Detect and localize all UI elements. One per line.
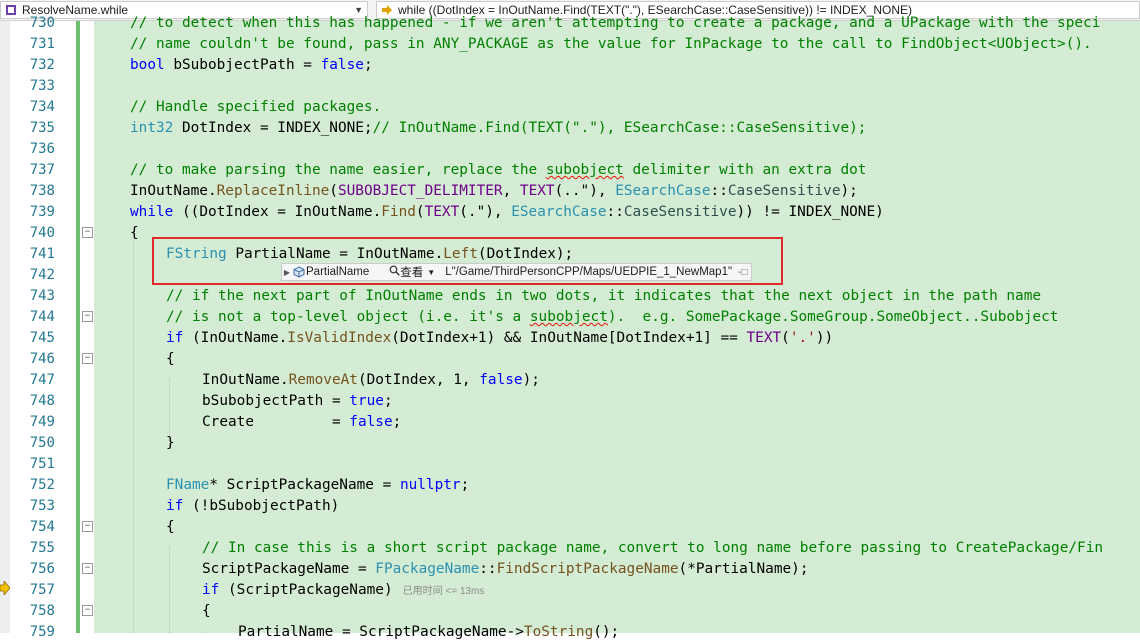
line-number: 743 [29,288,55,304]
code-text: bSubobjectPath = true; [202,393,393,409]
code-line: 755 // In case this is a short script pa… [0,538,1140,559]
code-text: } [166,435,175,451]
line-number: 745 [29,330,55,346]
code-text: if (InOutName.IsValidIndex(DotIndex+1) &… [166,330,834,346]
code-text: // Handle specified packages. [130,99,382,115]
line-number: 752 [29,477,55,493]
line-number: 737 [29,162,55,178]
code-editor[interactable]: − − − − − − 730 // to detect when this h… [0,15,1140,640]
line-number: 750 [29,435,55,451]
view-label: 查看 [400,267,424,279]
datatip[interactable]: ▶ PartialName 查看 ▼ L"/Game/ThirdPersonCP… [281,263,753,281]
code-line: 733 [0,76,1140,97]
code-text: bool bSubobjectPath = false; [130,57,373,73]
line-number: 736 [29,141,55,157]
code-line: 748 bSubobjectPath = true; [0,391,1140,412]
code-text: // In case this is a short script packag… [202,540,1104,556]
code-line: 731 // name couldn't be found, pass in A… [0,34,1140,55]
code-text: if (ScriptPackageName) [202,582,393,598]
code-text: // name couldn't be found, pass in ANY_P… [130,36,1092,52]
code-text: int32 DotIndex = INDEX_NONE;// InOutName… [130,120,867,136]
chevron-down-icon[interactable]: ▼ [427,268,435,277]
code-line: 752 FName* ScriptPackageName = nullptr; [0,475,1140,496]
code-line: 747 InOutName.RemoveAt(DotIndex, 1, fals… [0,370,1140,391]
code-line: 730 // to detect when this has happened … [0,13,1140,34]
datatip-value[interactable]: L"/Game/ThirdPersonCPP/Maps/UEDPIE_1_New… [445,266,732,278]
code-text: Create = false; [202,414,402,430]
code-line: 743 // if the next part of InOutName end… [0,286,1140,307]
line-number: 753 [29,498,55,514]
line-number: 754 [29,519,55,535]
line-number: 751 [29,456,55,472]
line-number: 734 [29,99,55,115]
code-text: { [166,519,175,535]
code-text: InOutName.RemoveAt(DotIndex, 1, false); [202,372,540,388]
code-line: 751 [0,454,1140,475]
code-text: // to detect when this has happened - if… [130,15,1101,31]
line-number: 747 [29,372,55,388]
code-line: 738 InOutName.ReplaceInline(SUBOBJECT_DE… [0,181,1140,202]
line-number: 739 [29,204,55,220]
line-number: 756 [29,561,55,577]
code-text: while ((DotIndex = InOutName.Find(TEXT(.… [130,204,884,220]
code-line: 735 int32 DotIndex = INDEX_NONE;// InOut… [0,118,1140,139]
code-line: 746 { [0,349,1140,370]
code-text: // is not a top-level object (i.e. it's … [166,309,1059,325]
code-line: 736 [0,139,1140,160]
code-text: { [130,225,139,241]
code-line-current: 757 if (ScriptPackageName) 已用时间 <= 13ms [0,580,1140,601]
code-text: InOutName.ReplaceInline(SUBOBJECT_DELIMI… [130,183,858,199]
datatip-variable-name: PartialName [306,266,370,278]
code-text: ScriptPackageName = FPackageName::FindSc… [202,561,809,577]
code-line: 749 Create = false; [0,412,1140,433]
code-text: // if the next part of InOutName ends in… [166,288,1042,304]
line-number: 735 [29,120,55,136]
code-line: 753 if (!bSubobjectPath) [0,496,1140,517]
line-number: 740 [29,225,55,241]
code-line: 754 { [0,517,1140,538]
line-number: 757 [29,582,55,598]
code-line: 739 while ((DotIndex = InOutName.Find(TE… [0,202,1140,223]
magnifier-icon [389,265,401,279]
code-line: 750 } [0,433,1140,454]
code-line: 745 if (InOutName.IsValidIndex(DotIndex+… [0,328,1140,349]
code-line: 737 // to make parsing the name easier, … [0,160,1140,181]
line-number: 742 [29,267,55,283]
line-number: 749 [29,414,55,430]
code-text-with-hint: if (ScriptPackageName) 已用时间 <= 13ms [202,580,484,602]
text-visualizer-button[interactable]: 查看 ▼ [389,264,435,280]
line-number: 755 [29,540,55,556]
line-number: 733 [29,78,55,94]
code-text: FName* ScriptPackageName = nullptr; [166,477,470,493]
line-number: 746 [29,351,55,367]
code-text: // to make parsing the name easier, repl… [130,162,867,178]
instruction-pointer-icon[interactable] [0,579,11,597]
line-number: 741 [29,246,55,262]
line-number: 744 [29,309,55,325]
code-text: { [202,603,211,619]
line-number: 748 [29,393,55,409]
line-number: 738 [29,183,55,199]
code-line: 758 { [0,601,1140,622]
line-number: 731 [29,36,55,52]
object-icon [292,266,306,278]
pin-icon[interactable]: -□ [738,267,747,278]
elapsed-time-hint[interactable]: 已用时间 <= 13ms [403,586,485,597]
line-number: 732 [29,57,55,73]
code-line: 734 // Handle specified packages. [0,97,1140,118]
line-number: 730 [29,15,55,31]
code-line: 756 ScriptPackageName = FPackageName::Fi… [0,559,1140,580]
code-text: if (!bSubobjectPath) [166,498,340,514]
code-text: { [166,351,175,367]
code-line: 732 bool bSubobjectPath = false; [0,55,1140,76]
line-number: 758 [29,603,55,619]
expand-arrow-icon[interactable]: ▶ [282,268,292,277]
code-line: 744 // is not a top-level object (i.e. i… [0,307,1140,328]
